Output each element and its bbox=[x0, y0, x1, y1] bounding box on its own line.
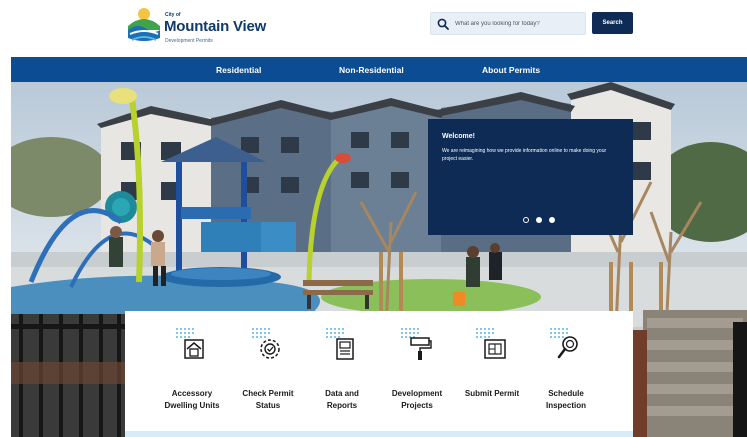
service-accessory-dwelling-units[interactable]: Accessory Dwelling Units bbox=[153, 325, 231, 425]
blueprint-icon bbox=[476, 328, 506, 359]
paint-roller-icon bbox=[401, 328, 432, 360]
carousel-dot-3[interactable] bbox=[549, 217, 555, 223]
city-logo[interactable]: City of Mountain View Development Permit… bbox=[124, 4, 267, 48]
service-label: Check Permit Status bbox=[242, 389, 294, 410]
search-box bbox=[430, 12, 586, 35]
nav-item-non-residential[interactable]: Non-Residential bbox=[339, 65, 404, 75]
search-input[interactable] bbox=[455, 17, 583, 31]
nav-item-about-permits[interactable]: About Permits bbox=[482, 65, 540, 75]
service-label: Schedule Inspection bbox=[545, 389, 586, 410]
search-icon bbox=[437, 18, 449, 30]
nav-item-residential[interactable]: Residential bbox=[216, 65, 261, 75]
logo-subtitle: Development Permits bbox=[165, 38, 213, 44]
service-check-permit-status[interactable]: Check Permit Status bbox=[229, 325, 307, 425]
service-schedule-inspection[interactable]: Schedule Inspection bbox=[527, 325, 605, 425]
service-label: Submit Permit bbox=[464, 389, 520, 398]
service-label: Data and Reports bbox=[325, 389, 359, 410]
city-logo-icon bbox=[128, 8, 160, 41]
service-submit-permit[interactable]: Submit Permit bbox=[453, 325, 531, 425]
magnifier-icon bbox=[550, 328, 578, 359]
gear-check-icon bbox=[252, 328, 280, 359]
service-development-projects[interactable]: Development Projects bbox=[378, 325, 456, 425]
carousel-dot-2[interactable] bbox=[536, 217, 542, 223]
adu-house-icon bbox=[176, 328, 204, 359]
panel-bottom-strip bbox=[125, 431, 633, 437]
welcome-text: We are reimagining how we provide inform… bbox=[442, 148, 607, 162]
welcome-title: Welcome! bbox=[442, 133, 475, 140]
welcome-card: Welcome! We are reimagining how we provi… bbox=[428, 119, 633, 235]
site-header: City of Mountain View Development Permit… bbox=[0, 0, 747, 57]
services-panel: Accessory Dwelling Units Check Permit Stat… bbox=[125, 311, 633, 437]
main-nav: Residential Non-Residential About Permit… bbox=[11, 57, 747, 82]
report-document-icon bbox=[326, 328, 354, 360]
service-data-and-reports[interactable]: Data and Reports bbox=[303, 325, 381, 425]
service-label: Development Projects bbox=[391, 389, 443, 410]
logo-city-name: Mountain View bbox=[164, 18, 267, 35]
carousel-dot-1[interactable] bbox=[523, 217, 529, 223]
search-button[interactable]: Search bbox=[592, 12, 633, 34]
service-label: Accessory Dwelling Units bbox=[164, 389, 220, 410]
